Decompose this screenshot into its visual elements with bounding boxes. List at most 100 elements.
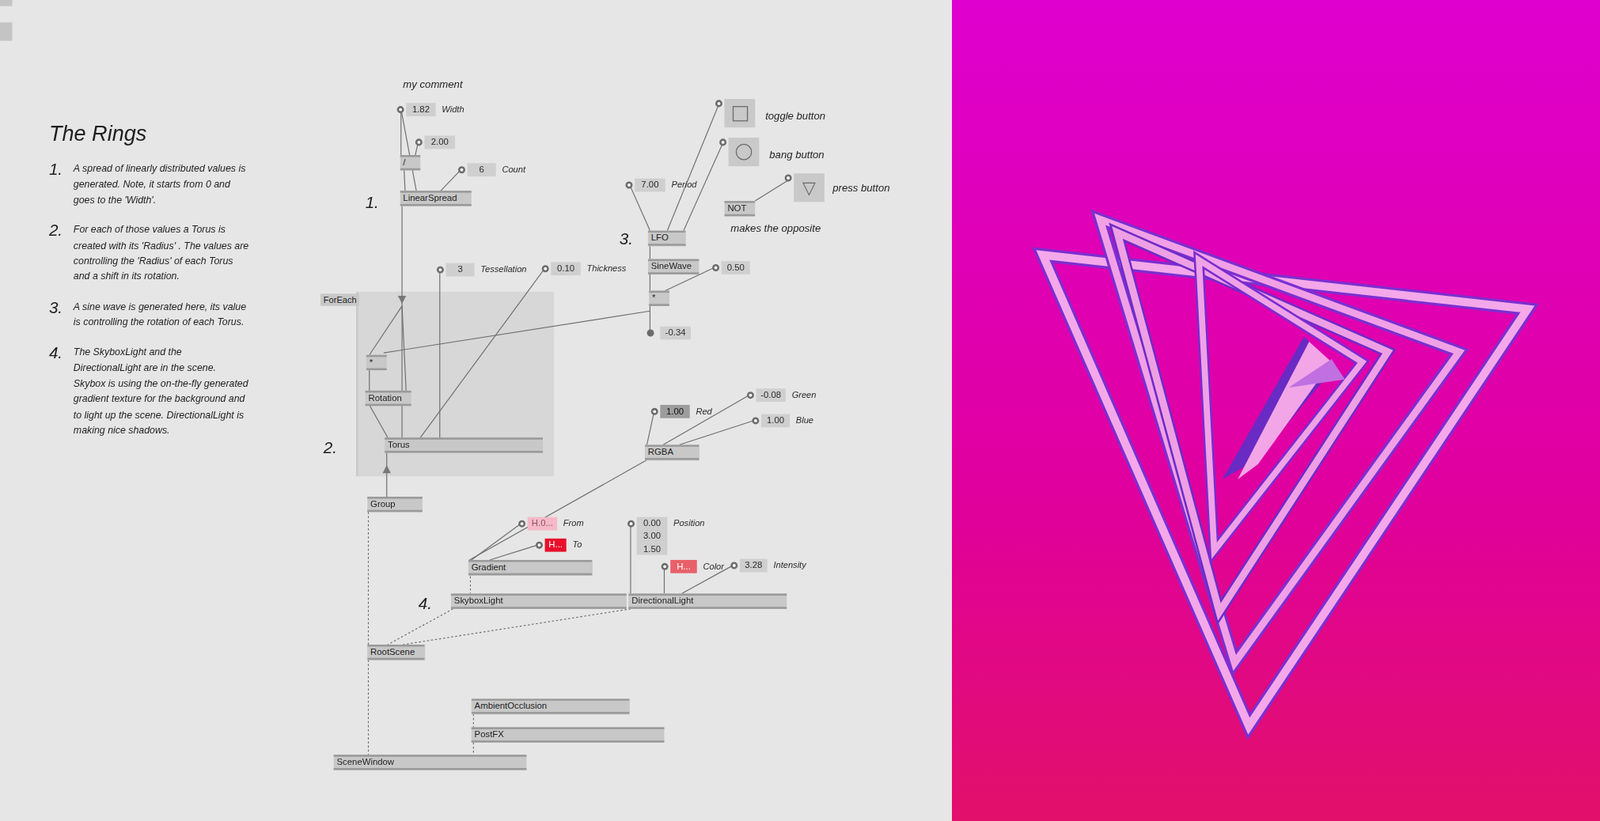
- iobox-pin[interactable]: [647, 329, 655, 338]
- square-icon: [731, 105, 747, 121]
- iobox-label: Green: [792, 388, 817, 402]
- node[interactable]: DirectionalLight: [628, 593, 787, 609]
- node[interactable]: PostFX: [471, 727, 665, 743]
- iobox-pin[interactable]: [712, 264, 720, 272]
- iobox-pin[interactable]: [458, 166, 466, 174]
- section-label[interactable]: 3.: [619, 227, 634, 253]
- node[interactable]: LFO: [648, 230, 687, 246]
- node[interactable]: SineWave: [648, 259, 699, 275]
- node[interactable]: Group: [367, 496, 423, 512]
- node[interactable]: *: [366, 355, 387, 371]
- iobox[interactable]: 6: [467, 163, 497, 177]
- iobox-pin[interactable]: [535, 542, 543, 550]
- node[interactable]: /: [399, 155, 421, 171]
- iobox[interactable]: 0.50: [721, 261, 751, 275]
- button-label: toggle button: [765, 108, 826, 125]
- side-tab[interactable]: [0, 22, 12, 41]
- note-step: 1.A spread of linearly distributed value…: [49, 160, 254, 208]
- iobox-pin[interactable]: [397, 106, 405, 114]
- node[interactable]: Rotation: [365, 390, 412, 406]
- step-text: The SkyboxLight and the DirectionalLight…: [73, 344, 250, 439]
- section-label[interactable]: 2.: [323, 436, 338, 461]
- comment[interactable]: my comment: [402, 76, 463, 93]
- note-step: 4.The SkyboxLight and the DirectionalLig…: [49, 344, 254, 439]
- patch-editor[interactable]: The Rings 1.A spread of linearly distribu…: [0, 0, 952, 821]
- step-number: 2.: [49, 221, 74, 285]
- iobox-pin[interactable]: [651, 408, 659, 416]
- note-step: 3.A sine wave is generated here, its val…: [49, 298, 254, 330]
- vector-component[interactable]: 0.00: [638, 517, 666, 531]
- iobox-pin[interactable]: [415, 138, 423, 146]
- node[interactable]: *: [648, 291, 670, 307]
- iobox-pin[interactable]: [625, 181, 633, 190]
- step-number: 3.: [49, 298, 74, 330]
- node[interactable]: LinearSpread: [399, 190, 471, 206]
- iobox[interactable]: 3.28: [739, 559, 768, 573]
- iobox[interactable]: H...: [670, 560, 698, 574]
- notes-title: The Rings: [49, 120, 254, 146]
- iobox-label: Red: [695, 405, 712, 419]
- comment[interactable]: makes the opposite: [730, 220, 821, 237]
- iobox[interactable]: H.0...: [527, 517, 558, 531]
- iobox-pin[interactable]: [746, 391, 755, 399]
- node[interactable]: RGBA: [644, 444, 699, 460]
- section-label[interactable]: 4.: [418, 591, 433, 617]
- iobox[interactable]: 0.003.001.50: [636, 517, 668, 556]
- bang-button[interactable]: [728, 137, 760, 167]
- iobox-label: Color: [702, 560, 724, 574]
- step-number: 4.: [49, 344, 74, 439]
- node[interactable]: AmbientOcclusion: [471, 698, 630, 714]
- step-text: For each of those values a Torus is crea…: [73, 221, 250, 285]
- iobox-label: From: [563, 517, 584, 531]
- iobox-pin[interactable]: [730, 562, 738, 570]
- node[interactable]: SceneWindow: [333, 754, 528, 770]
- note-step: 2.For each of those values a Torus is cr…: [49, 221, 254, 285]
- step-number: 1.: [49, 160, 74, 208]
- iobox-pin[interactable]: [518, 520, 526, 528]
- node[interactable]: Gradient: [468, 560, 592, 576]
- node[interactable]: SkyboxLight: [451, 593, 627, 609]
- side-tab[interactable]: [0, 0, 12, 7]
- iobox[interactable]: 7.00: [634, 178, 666, 193]
- iobox-pin[interactable]: [661, 563, 669, 571]
- iobox[interactable]: H...: [545, 538, 567, 553]
- section-label[interactable]: 1.: [365, 190, 380, 216]
- iobox-label: Tessellation: [480, 263, 527, 277]
- iobox[interactable]: 2.00: [424, 136, 455, 150]
- patch-canvas[interactable]: The Rings 1.A spread of linearly distribu…: [0, 0, 952, 821]
- vector-component[interactable]: 3.00: [638, 530, 666, 543]
- render-window: [951, 0, 1600, 821]
- iobox-pin[interactable]: [542, 265, 550, 273]
- iobox[interactable]: 0.10: [550, 261, 581, 276]
- triangle-icon: ▽: [802, 178, 816, 197]
- step-text: A sine wave is generated here, its value…: [73, 298, 250, 330]
- node[interactable]: RootScene: [367, 644, 425, 660]
- iobox[interactable]: 1.82: [405, 102, 436, 117]
- region-label[interactable]: ForEach: [320, 293, 361, 306]
- iobox-label: Thickness: [586, 261, 626, 276]
- circle-icon: [735, 144, 753, 161]
- notes-panel: The Rings 1.A spread of linearly distribu…: [49, 120, 254, 453]
- iobox-pin[interactable]: [436, 266, 444, 274]
- iobox-label: Width: [441, 102, 464, 117]
- iobox[interactable]: -0.08: [756, 388, 786, 402]
- button-pin[interactable]: [719, 138, 727, 146]
- iobox[interactable]: 3: [446, 263, 475, 277]
- press-button[interactable]: ▽: [793, 173, 825, 202]
- button-label: bang button: [769, 147, 824, 164]
- iobox-label: Intensity: [773, 559, 806, 573]
- iobox[interactable]: 1.00: [761, 414, 790, 429]
- iobox-pin[interactable]: [627, 520, 635, 528]
- iobox-pin[interactable]: [751, 417, 759, 425]
- node[interactable]: NOT: [724, 200, 756, 217]
- button-pin[interactable]: [784, 174, 793, 182]
- toggle-button[interactable]: [724, 98, 756, 128]
- button-pin[interactable]: [715, 99, 723, 107]
- iobox-label: Period: [671, 178, 697, 193]
- iobox-label: To: [572, 538, 582, 553]
- iobox[interactable]: 1.00: [659, 405, 690, 419]
- iobox[interactable]: -0.34: [659, 326, 691, 341]
- iobox-label: Blue: [796, 414, 814, 429]
- vector-component[interactable]: 1.50: [638, 542, 666, 555]
- node[interactable]: Torus: [384, 437, 543, 453]
